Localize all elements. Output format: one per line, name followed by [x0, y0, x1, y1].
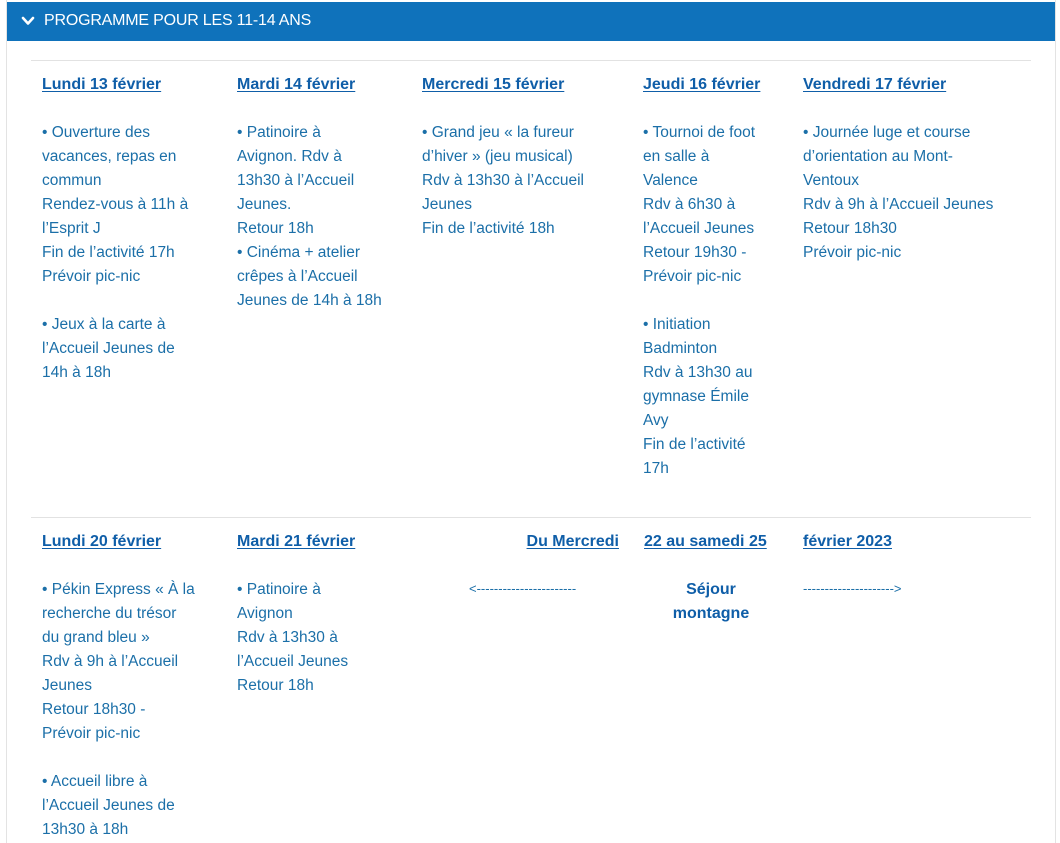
activity-line: • Patinoire à — [237, 124, 321, 141]
activity-line: Fin de l’activité — [643, 436, 746, 453]
activity-line: Rdv à 9h à l’Accueil Jeunes — [803, 196, 994, 213]
right-arrow: ---------------------> — [803, 581, 902, 596]
activity-line: Rdv à 9h à l’Accueil — [42, 653, 179, 670]
activity-lines: • Grand jeu « la fureur d’hiver » (jeu mu… — [422, 121, 584, 241]
day-cell-monday-20: Lundi 20 février • Pékin Express « À la r… — [42, 530, 195, 842]
activity-line: Avignon. Rdv à — [237, 148, 342, 165]
activity-line: Rendez-vous à 11h à — [42, 196, 189, 213]
activity-line: Rdv à 6h30 à — [643, 196, 736, 213]
activity-line: Prévoir pic-nic — [42, 725, 141, 742]
activity-line: • Journée luge et course — [803, 124, 971, 141]
activity-line: l’Accueil Jeunes de — [42, 340, 175, 357]
day-cell-tuesday-21: Mardi 21 février • Patinoire à Avignon Rdv… — [237, 530, 355, 698]
activity-line: vacances, repas en — [42, 148, 177, 165]
activity-line: Rdv à 13h30 à — [237, 629, 338, 646]
activity-line: 13h30 à 18h — [42, 821, 129, 838]
activity-line: • Jeux à la carte à — [42, 316, 166, 333]
day-cell-wednesday-15: Mercredi 15 février • Grand jeu « la fur… — [422, 73, 584, 241]
activity-line: gymnase Émile — [643, 388, 749, 405]
sejour-heading-part1: Du Mercredi — [526, 533, 619, 550]
activity-line: Fin de l’activité 17h — [42, 244, 175, 261]
activity-lines: • Patinoire à Avignon Rdv à 13h30 à l’Accue… — [237, 578, 355, 698]
activity-line: d’orientation au Mont- — [803, 148, 953, 165]
activity-line: recherche du trésor — [42, 605, 177, 622]
activity-line: Prévoir pic-nic — [643, 268, 742, 285]
activity-line: Jeunes. — [237, 196, 292, 213]
day-heading: Mardi 14 février — [237, 76, 356, 93]
activity-line: Fin de l’activité 18h — [422, 220, 555, 237]
activity-line: Rdv à 13h30 à l’Accueil — [422, 172, 584, 189]
activity-line: l’Esprit J — [42, 220, 101, 237]
activity-line: 17h — [643, 460, 669, 477]
activity-line: Valence — [643, 172, 698, 189]
sejour-label: Séjour montagne — [672, 581, 750, 622]
activity-line: Retour 18h30 — [803, 220, 897, 237]
activity-line: Retour 18h — [237, 220, 314, 237]
day-heading: Lundi 13 février — [42, 76, 162, 93]
activity-line: Retour 19h30 - — [643, 244, 747, 261]
accordion-header[interactable]: PROGRAMME POUR LES 11-14 ANS — [7, 2, 1055, 41]
divider — [31, 517, 1031, 518]
activity-line: Jeunes — [422, 196, 472, 213]
activity-lines: • Journée luge et course d’orientation au… — [803, 121, 993, 265]
day-heading: Vendredi 17 février — [803, 76, 947, 93]
activity-line: Prévoir pic-nic — [42, 268, 141, 285]
activity-line: l’Accueil Jeunes de — [42, 797, 175, 814]
activity-line: 13h30 à l’Accueil — [237, 172, 355, 189]
activity-line: commun — [42, 172, 102, 189]
day-heading: Mardi 21 février — [237, 533, 356, 550]
chevron-down-icon — [21, 16, 35, 25]
programme-accordion: PROGRAMME POUR LES 11-14 ANS Lundi 13 fé… — [6, 0, 1056, 843]
activity-line: d’hiver » (jeu musical) — [422, 148, 573, 165]
activity-line: • Patinoire à — [237, 581, 321, 598]
activity-lines: • Ouverture des vacances, repas en commun R… — [42, 121, 188, 385]
day-heading: Mercredi 15 février — [422, 76, 565, 93]
activity-line: • Pékin Express « À la — [42, 581, 195, 598]
activity-line: Avy — [643, 412, 669, 429]
sejour-heading-part3: février 2023 — [803, 533, 892, 550]
activity-line: • Initiation — [643, 316, 711, 333]
activity-line: • Tournoi de foot — [643, 124, 755, 141]
sejour-heading-part2: 22 au samedi 25 — [644, 533, 767, 550]
activity-line: • Accueil libre à — [42, 773, 148, 790]
activity-line: du grand bleu » — [42, 629, 150, 646]
activity-line: Avignon — [237, 605, 293, 622]
day-heading: Lundi 20 février — [42, 533, 162, 550]
activity-line: • Grand jeu « la fureur — [422, 124, 574, 141]
left-arrow: <----------------------- — [469, 581, 577, 596]
activity-line: Jeunes de 14h à 18h — [237, 292, 382, 309]
activity-line: Ventoux — [803, 172, 860, 189]
activity-line: Jeunes — [42, 677, 92, 694]
activity-line: Retour 18h30 - — [42, 701, 146, 718]
day-cell-monday-13: Lundi 13 février • Ouverture des vacances… — [42, 73, 188, 385]
activity-line: • Cinéma + atelier — [237, 244, 361, 261]
day-cell-thursday-16: Jeudi 16 février • Tournoi de foot en sal… — [643, 73, 760, 481]
day-cell-friday-17: Vendredi 17 février • Journée luge et co… — [803, 73, 993, 265]
activity-line: l’Accueil Jeunes — [643, 220, 755, 237]
day-cell-tuesday-14: Mardi 14 février • Patinoire à Avignon. R… — [237, 73, 382, 313]
activity-line: 14h à 18h — [42, 364, 111, 381]
activity-lines: • Pékin Express « À la recherche du tréso… — [42, 578, 195, 842]
activity-lines: • Patinoire à Avignon. Rdv à 13h30 à l’Acc… — [237, 121, 382, 313]
activity-line: Retour 18h — [237, 677, 314, 694]
activity-lines: • Tournoi de foot en salle à Valence Rdv à … — [643, 121, 760, 481]
day-heading: Jeudi 16 février — [643, 76, 761, 93]
activity-line: Rdv à 13h30 au — [643, 364, 753, 381]
activity-line: • Ouverture des — [42, 124, 150, 141]
accordion-title: PROGRAMME POUR LES 11-14 ANS — [44, 12, 312, 29]
activity-line: l’Accueil Jeunes — [237, 653, 349, 670]
activity-line: crêpes à l’Accueil — [237, 268, 358, 285]
activity-line: Prévoir pic-nic — [803, 244, 902, 261]
activity-line: Badminton — [643, 340, 718, 357]
divider — [31, 60, 1031, 61]
activity-line: en salle à — [643, 148, 710, 165]
